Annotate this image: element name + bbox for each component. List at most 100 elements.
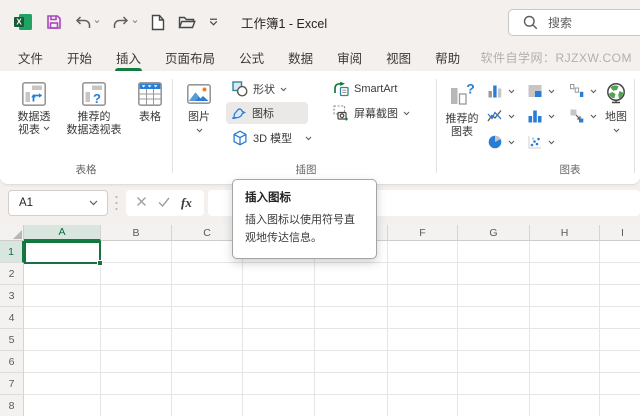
row-header-4[interactable]: 4 — [0, 307, 24, 329]
tab-review[interactable]: 审阅 — [325, 44, 374, 71]
cell-I7[interactable] — [600, 373, 640, 395]
row-header-7[interactable]: 7 — [0, 373, 24, 395]
cell-E3[interactable] — [315, 285, 388, 307]
line-chart-button[interactable] — [482, 105, 520, 127]
cell-I4[interactable] — [600, 307, 640, 329]
cell-I1[interactable] — [600, 241, 640, 263]
cell-F4[interactable] — [388, 307, 458, 329]
cell-D4[interactable] — [243, 307, 315, 329]
redo-button[interactable] — [113, 15, 138, 29]
recommended-pivot-button[interactable]: ? 推荐的 数据透视表 — [62, 75, 126, 159]
3d-models-button[interactable]: 3D 模型 — [227, 127, 317, 149]
cell-F5[interactable] — [388, 329, 458, 351]
histogram-chart-button[interactable] — [522, 105, 560, 127]
cell-F7[interactable] — [388, 373, 458, 395]
cell-B4[interactable] — [101, 307, 172, 329]
cell-B2[interactable] — [101, 263, 172, 285]
cell-G2[interactable] — [458, 263, 530, 285]
tab-help[interactable]: 帮助 — [423, 44, 472, 71]
table-button[interactable]: 表格 — [128, 75, 172, 159]
column-header-B[interactable]: B — [101, 225, 172, 241]
column-header-G[interactable]: G — [458, 225, 530, 241]
pie-chart-button[interactable] — [482, 131, 520, 153]
cell-C7[interactable] — [172, 373, 243, 395]
cell-H3[interactable] — [530, 285, 600, 307]
cell-C3[interactable] — [172, 285, 243, 307]
pivot-table-button[interactable]: 数据透 视表 — [6, 75, 62, 159]
cell-I3[interactable] — [600, 285, 640, 307]
cell-E2[interactable] — [315, 263, 388, 285]
enter-button[interactable] — [158, 194, 170, 212]
cell-F2[interactable] — [388, 263, 458, 285]
fill-handle[interactable] — [97, 260, 103, 266]
cell-D7[interactable] — [243, 373, 315, 395]
cell-F6[interactable] — [388, 351, 458, 373]
row-header-6[interactable]: 6 — [0, 351, 24, 373]
tab-home[interactable]: 开始 — [55, 44, 104, 71]
cell-H6[interactable] — [530, 351, 600, 373]
cell-H1[interactable] — [530, 241, 600, 263]
tab-data[interactable]: 数据 — [276, 44, 325, 71]
save-button[interactable] — [46, 14, 62, 30]
cell-B7[interactable] — [101, 373, 172, 395]
cell-F1[interactable] — [388, 241, 458, 263]
shapes-button[interactable]: 形状 — [227, 78, 292, 100]
cell-E4[interactable] — [315, 307, 388, 329]
cell-H5[interactable] — [530, 329, 600, 351]
scatter-chart-button[interactable] — [522, 131, 560, 153]
insert-function-button[interactable]: fx — [181, 195, 192, 211]
cell-H8[interactable] — [530, 395, 600, 416]
cell-E6[interactable] — [315, 351, 388, 373]
smartart-button[interactable]: SmartArt — [328, 78, 402, 100]
cancel-button[interactable] — [136, 194, 147, 212]
row-header-2[interactable]: 2 — [0, 263, 24, 285]
tab-view[interactable]: 视图 — [374, 44, 423, 71]
cell-F8[interactable] — [388, 395, 458, 416]
cell-G6[interactable] — [458, 351, 530, 373]
cell-B8[interactable] — [101, 395, 172, 416]
cell-C6[interactable] — [172, 351, 243, 373]
column-header-A[interactable]: A — [24, 225, 101, 241]
cell-E5[interactable] — [315, 329, 388, 351]
recommended-charts-button[interactable]: ? 推荐的 图表 — [438, 75, 486, 159]
cell-I8[interactable] — [600, 395, 640, 416]
cell-A7[interactable] — [24, 373, 101, 395]
cell-B1[interactable] — [101, 241, 172, 263]
cell-D5[interactable] — [243, 329, 315, 351]
cell-B3[interactable] — [101, 285, 172, 307]
icons-button[interactable]: 图标 — [226, 102, 308, 124]
tab-file[interactable]: 文件 — [6, 44, 55, 71]
customize-qat-button[interactable] — [209, 18, 218, 26]
pictures-button[interactable]: 图片 — [178, 75, 220, 159]
cell-C5[interactable] — [172, 329, 243, 351]
cell-H2[interactable] — [530, 263, 600, 285]
maps-button[interactable]: 地图 — [596, 75, 636, 159]
cell-I5[interactable] — [600, 329, 640, 351]
cell-A8[interactable] — [24, 395, 101, 416]
cell-A1[interactable] — [24, 241, 101, 263]
cell-C8[interactable] — [172, 395, 243, 416]
undo-button[interactable] — [75, 15, 100, 29]
cell-I2[interactable] — [600, 263, 640, 285]
tab-formulas[interactable]: 公式 — [227, 44, 276, 71]
cell-G7[interactable] — [458, 373, 530, 395]
cell-D2[interactable] — [243, 263, 315, 285]
cell-C2[interactable] — [172, 263, 243, 285]
cell-E7[interactable] — [315, 373, 388, 395]
cell-G5[interactable] — [458, 329, 530, 351]
cell-D8[interactable] — [243, 395, 315, 416]
open-file-button[interactable] — [178, 15, 196, 29]
screenshot-button[interactable]: 屏幕截图 — [328, 102, 415, 124]
column-header-F[interactable]: F — [388, 225, 458, 241]
column-chart-button[interactable] — [482, 80, 520, 102]
row-header-5[interactable]: 5 — [0, 329, 24, 351]
cell-E8[interactable] — [315, 395, 388, 416]
cell-G8[interactable] — [458, 395, 530, 416]
row-header-1[interactable]: 1 — [0, 241, 24, 263]
tab-page-layout[interactable]: 页面布局 — [153, 44, 227, 71]
cell-B5[interactable] — [101, 329, 172, 351]
cell-D3[interactable] — [243, 285, 315, 307]
cell-G3[interactable] — [458, 285, 530, 307]
cell-D6[interactable] — [243, 351, 315, 373]
cell-F3[interactable] — [388, 285, 458, 307]
